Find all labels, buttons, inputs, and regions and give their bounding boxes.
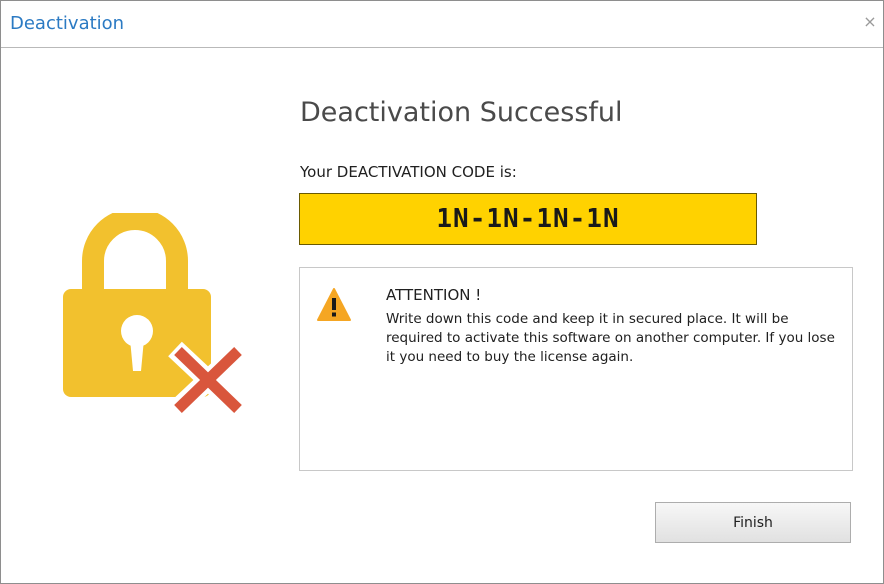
lock-shackle	[82, 213, 188, 291]
page-title: Deactivation Successful	[300, 97, 623, 128]
attention-panel: ATTENTION ! Write down this code and kee…	[299, 267, 853, 471]
close-icon[interactable]: ×	[861, 13, 879, 31]
code-caption: Your DEACTIVATION CODE is:	[300, 163, 517, 181]
attention-message: Write down this code and keep it in secu…	[386, 311, 835, 365]
title-bar: Deactivation ×	[1, 1, 883, 48]
deactivation-dialog: Deactivation × Deactivation Successful Y…	[0, 0, 884, 584]
window-title: Deactivation	[10, 13, 125, 34]
warning-icon	[317, 288, 351, 321]
lock-icon	[63, 213, 248, 417]
deactivation-code: 1N-1N-1N-1N	[436, 204, 620, 234]
finish-button[interactable]: Finish	[655, 502, 851, 543]
attention-title: ATTENTION !	[386, 286, 482, 304]
deactivation-code-box: 1N-1N-1N-1N	[299, 193, 757, 245]
